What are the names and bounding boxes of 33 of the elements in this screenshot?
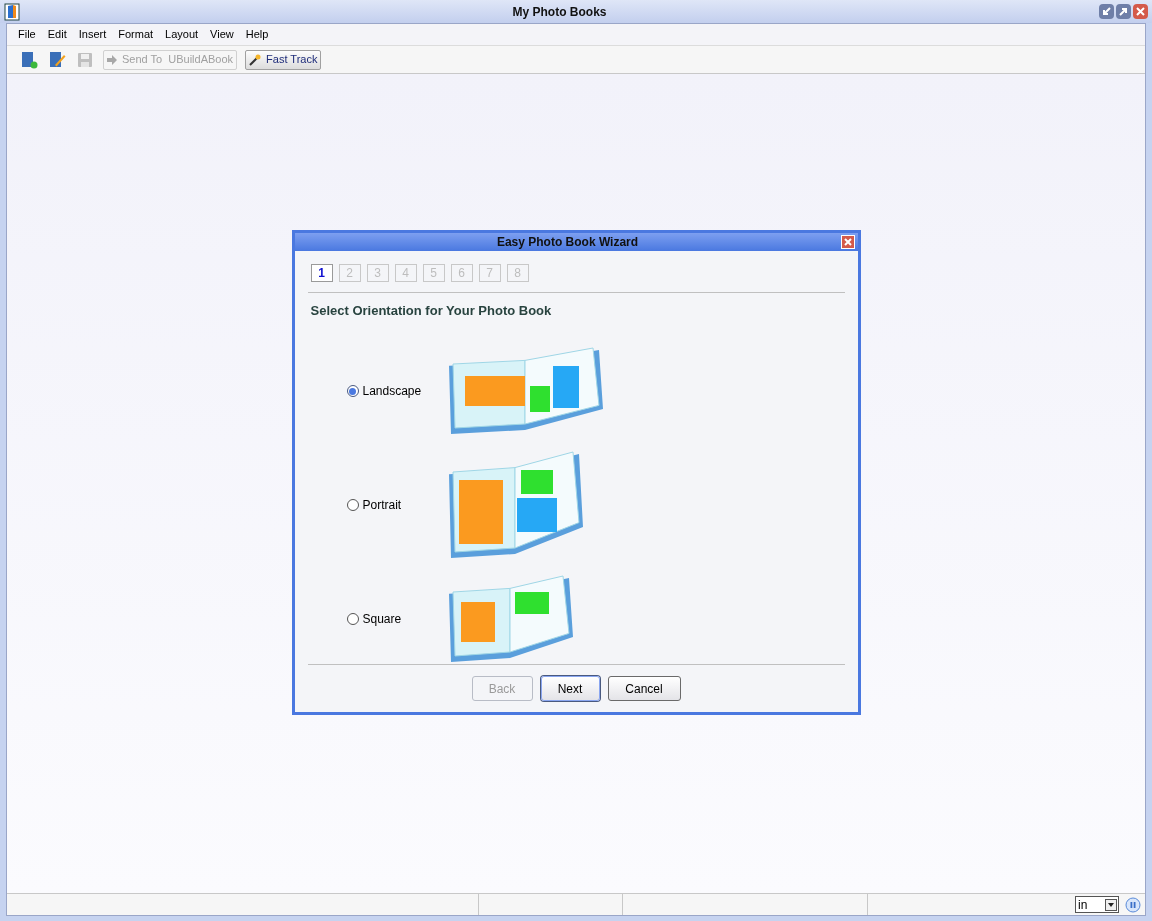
pause-icon[interactable]	[1125, 896, 1141, 913]
dialog-title: Easy Photo Book Wizard	[495, 233, 640, 251]
step-tab[interactable]: 1	[310, 263, 333, 282]
menu-item[interactable]: View	[204, 26, 240, 43]
menu-item[interactable]: Help	[239, 26, 275, 43]
menu-item[interactable]: Layout	[159, 26, 205, 43]
minimize-icon	[1102, 7, 1111, 16]
close-button[interactable]	[1133, 4, 1148, 19]
app-logo-icon	[4, 2, 20, 21]
menu-item[interactable]: Edit	[41, 26, 73, 43]
maximize-button[interactable]	[1116, 4, 1131, 19]
dialog-button[interactable]: Next	[540, 676, 600, 702]
book-edit-icon[interactable]	[48, 50, 66, 69]
wizard-heading: Select Orientation for Your Photo Book	[310, 301, 553, 320]
orientation-radio[interactable]: Landscape	[346, 382, 445, 401]
dialog-button[interactable]: Cancel	[607, 676, 681, 702]
dropdown-caret-icon	[1105, 898, 1117, 911]
menu-item[interactable]: Format	[112, 26, 160, 43]
magic-wand-icon	[249, 53, 262, 66]
window-title: My Photo Books	[511, 3, 608, 21]
menu-item[interactable]: Insert	[72, 26, 113, 43]
close-icon	[843, 237, 852, 246]
arrow-right-icon	[107, 54, 117, 65]
maximize-icon	[1119, 7, 1128, 16]
close-button[interactable]	[840, 234, 855, 249]
menu-item[interactable]: File	[12, 26, 42, 43]
orientation-radio[interactable]: Square	[346, 610, 445, 629]
fast-track-button[interactable]: Fast Track	[245, 49, 322, 70]
orientation-radio[interactable]: Portrait	[346, 496, 445, 515]
unit-select[interactable]: in	[1075, 896, 1119, 913]
minimize-button[interactable]	[1099, 4, 1114, 19]
close-icon	[1136, 7, 1145, 16]
book-add-icon[interactable]	[20, 50, 38, 69]
